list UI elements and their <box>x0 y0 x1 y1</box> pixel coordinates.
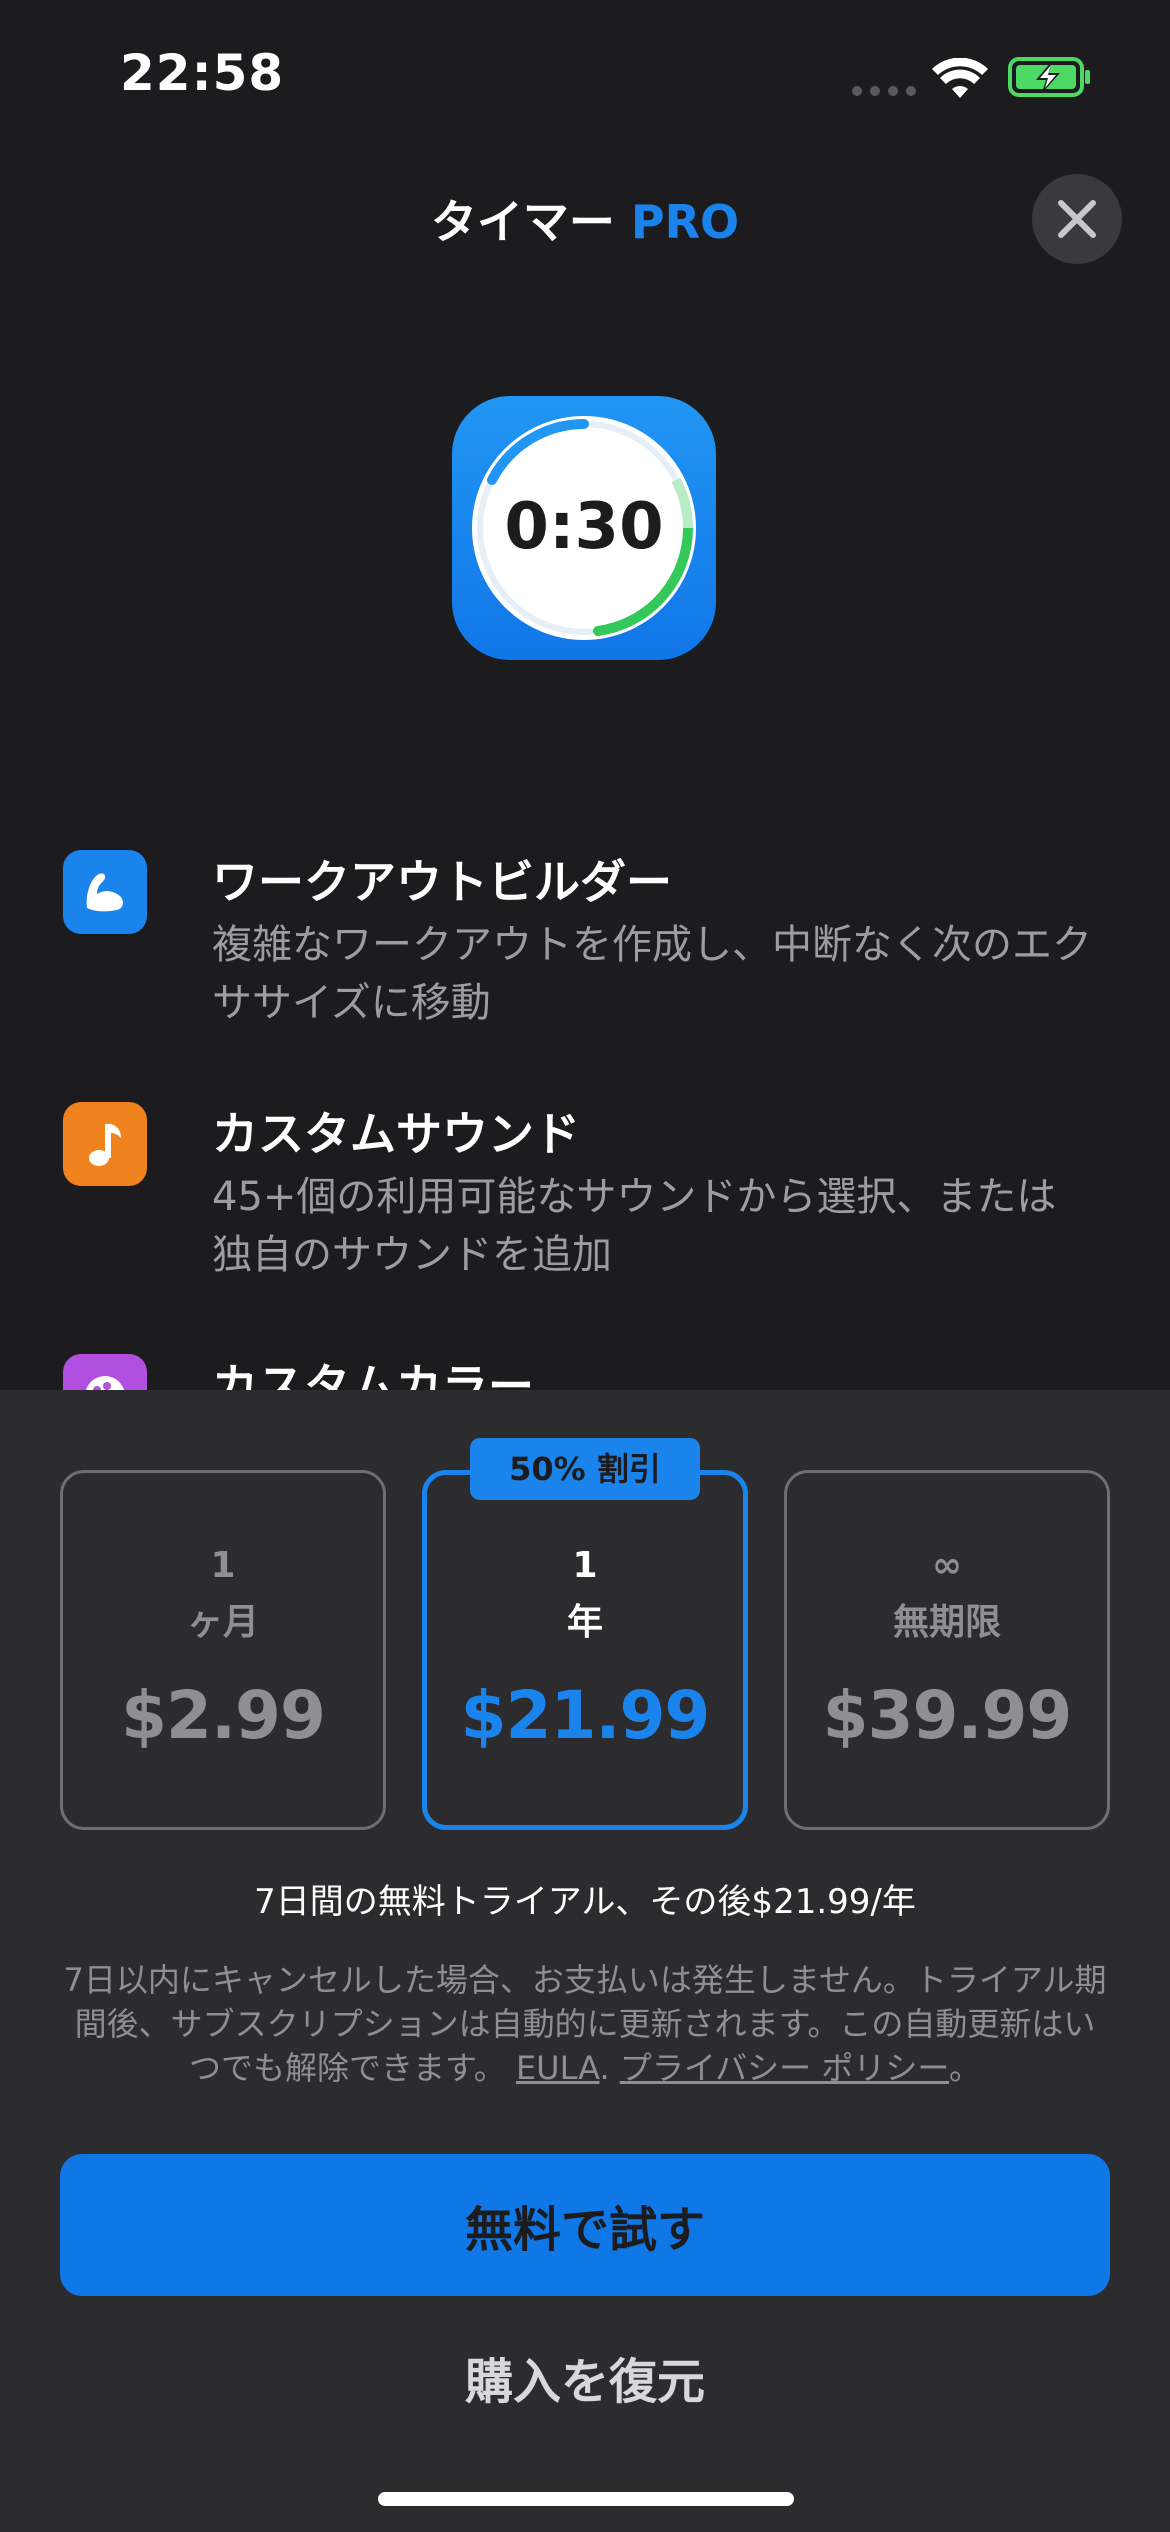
plan-unit: 無期限 <box>892 1602 1001 1643</box>
plan-lifetime[interactable]: ∞ 無期限 $39.99 <box>784 1470 1110 1830</box>
app-icon-timer-text: 0:30 <box>504 490 664 564</box>
close-button[interactable] <box>1032 174 1122 264</box>
plan-monthly[interactable]: 1 ヶ月 $2.99 <box>60 1470 386 1830</box>
close-icon <box>1058 200 1096 238</box>
home-indicator <box>378 2492 794 2506</box>
legal-text: 7日以内にキャンセルした場合、お支払いは発生しません。トライアル期間後、サブスク… <box>60 1958 1110 2090</box>
trial-info: 7日間の無料トライアル、その後$21.99/年 <box>254 1882 916 1922</box>
legal-separator: . <box>599 2049 610 2087</box>
plan-price: $21.99 <box>460 1677 711 1754</box>
feature-title: ワークアウトビルダー <box>212 855 672 909</box>
battery-charging-icon <box>1008 57 1090 97</box>
plan-price: $39.99 <box>822 1677 1073 1754</box>
flexed-arm-icon <box>63 850 147 934</box>
plan-yearly[interactable]: 1 年 $21.99 <box>422 1470 748 1830</box>
plan-qty: 1 <box>572 1545 598 1586</box>
free-trial-button[interactable]: 無料で試す <box>60 2154 1110 2296</box>
status-time: 22:58 <box>120 44 285 102</box>
app-icon: 0:30 <box>452 396 716 660</box>
title-pro-accent: PRO <box>630 195 740 249</box>
legal-end: 。 <box>949 2049 982 2087</box>
status-bar: 22:58 <box>0 0 1170 150</box>
feature-title: カスタムサウンド <box>212 1107 580 1161</box>
plan-unit: 年 <box>566 1602 603 1643</box>
eula-link[interactable]: EULA <box>516 2049 600 2087</box>
restore-purchase-button[interactable]: 購入を復元 <box>0 2342 1170 2412</box>
plan-qty: 1 <box>210 1545 236 1586</box>
plan-unit: ヶ月 <box>186 1602 259 1643</box>
wifi-icon <box>932 58 988 98</box>
page-title: タイマー PRO <box>0 186 1170 252</box>
cellular-signal-icon <box>852 86 916 96</box>
plan-price: $2.99 <box>121 1677 326 1754</box>
title-text: タイマー <box>430 195 615 249</box>
feature-description: 45+個の利用可能なサウンドから選択、または独自のサウンドを追加 <box>212 1174 1057 1278</box>
music-note-icon <box>63 1102 147 1186</box>
discount-badge: 50% 割引 <box>470 1438 700 1500</box>
plan-qty: ∞ <box>932 1545 962 1586</box>
privacy-policy-link[interactable]: プライバシー ポリシー <box>620 2049 949 2087</box>
feature-description: 複雑なワークアウトを作成し、中断なく次のエクササイズに移動 <box>212 922 1092 1026</box>
